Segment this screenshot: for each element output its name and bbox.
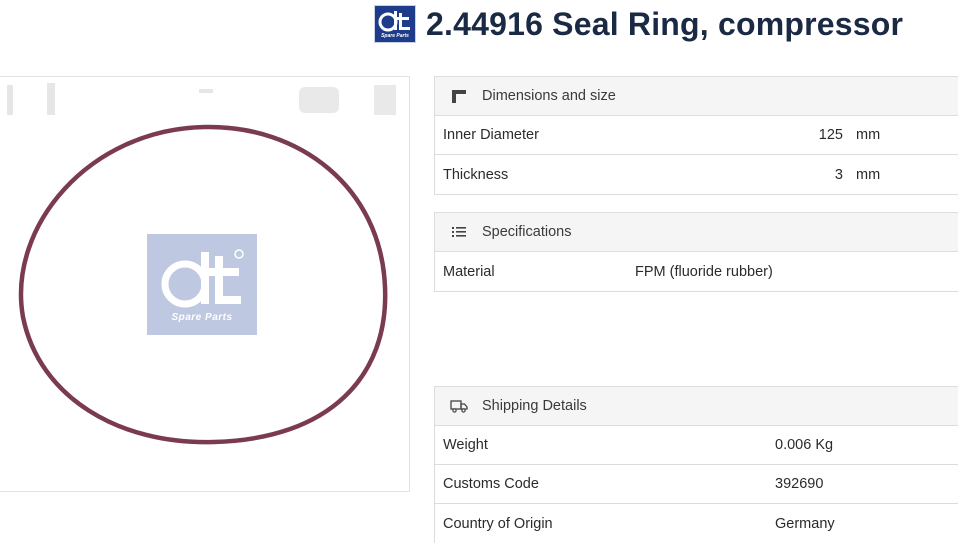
spec-label: Inner Diameter xyxy=(443,127,539,143)
spec-value: 3 xyxy=(834,166,843,183)
ship-value: 392690 xyxy=(775,476,824,492)
watermark-logo: Spare Parts xyxy=(147,234,257,335)
spec-label: Material xyxy=(443,263,495,280)
ship-value: 0.006 Kg xyxy=(775,437,834,453)
spec-unit: mm xyxy=(856,166,881,183)
table-row: Country of Origin Germany xyxy=(435,504,958,543)
ship-label: Weight xyxy=(443,437,488,453)
list-icon xyxy=(450,223,468,241)
spec-label: Thickness xyxy=(443,166,509,183)
spec-value: 125 xyxy=(818,127,843,143)
dimensions-card-header: Dimensions and size xyxy=(435,77,958,116)
ship-label: Country of Origin xyxy=(443,515,553,532)
product-image[interactable]: Spare Parts xyxy=(0,76,410,492)
specifications-card: Specifications Material FPM (fluoride ru… xyxy=(434,212,958,292)
shipping-card-header: Shipping Details xyxy=(435,387,958,426)
product-header: Spare Parts 2.44916 Seal Ring, compresso… xyxy=(374,4,903,44)
ruler-icon xyxy=(450,87,468,105)
ship-value: Germany xyxy=(775,515,835,532)
page-title: 2.44916 Seal Ring, compressor xyxy=(426,5,904,42)
watermark-caption: Spare Parts xyxy=(171,312,233,323)
shipping-card-title: Shipping Details xyxy=(482,398,587,414)
specifications-card-title: Specifications xyxy=(482,224,572,240)
logo-caption: Spare Parts xyxy=(381,33,409,39)
brand-logo[interactable]: Spare Parts xyxy=(374,5,416,43)
dimensions-card: Dimensions and size Inner Diameter 125 m… xyxy=(434,76,958,195)
table-row: Inner Diameter 125 mm xyxy=(435,116,958,155)
table-row: Thickness 3 mm xyxy=(435,155,958,194)
spec-unit: mm xyxy=(856,127,881,143)
spec-value: FPM (fluoride rubber) xyxy=(635,263,773,280)
truck-icon xyxy=(450,397,468,415)
specifications-card-header: Specifications xyxy=(435,213,958,252)
dimensions-card-title: Dimensions and size xyxy=(482,88,616,104)
shipping-card: Shipping Details Weight 0.006 Kg Customs… xyxy=(434,386,958,543)
ship-label: Customs Code xyxy=(443,476,539,492)
table-row: Customs Code 392690 xyxy=(435,465,958,504)
dt-watermark-icon xyxy=(161,249,244,308)
table-row: Weight 0.006 Kg xyxy=(435,426,958,465)
product-page: Spare Parts 2.44916 Seal Ring, compresso… xyxy=(0,0,958,543)
table-row: Material FPM (fluoride rubber) xyxy=(435,252,958,291)
dt-logo-icon xyxy=(378,11,410,32)
